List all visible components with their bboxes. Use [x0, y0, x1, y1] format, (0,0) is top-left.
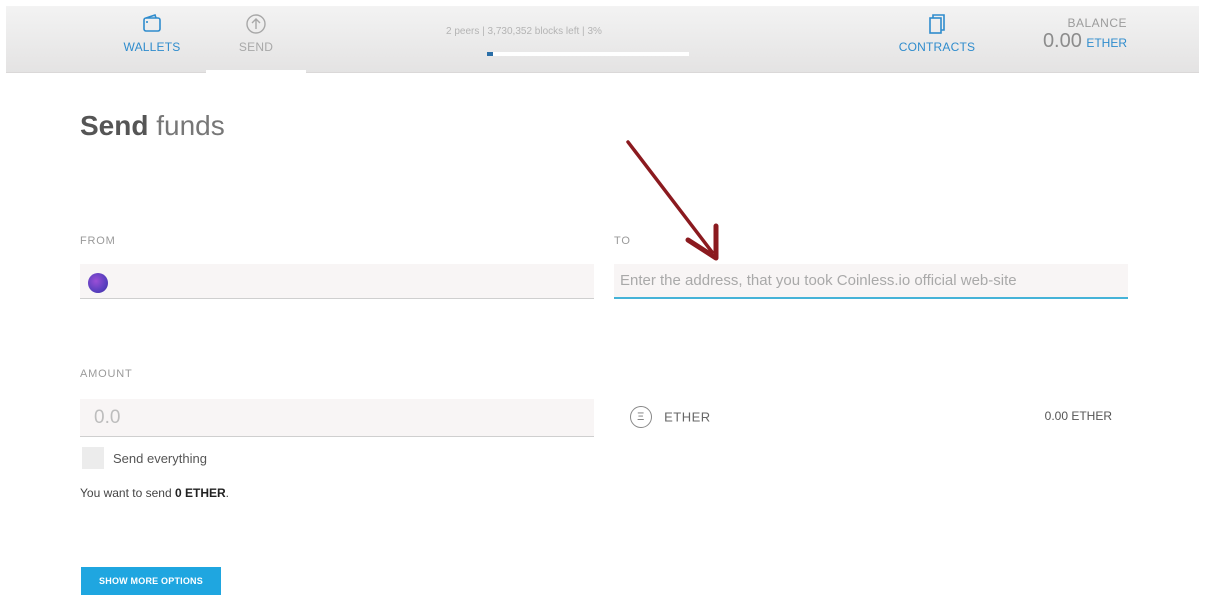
sync-status: 2 peers | 3,730,352 blocks left | 3%	[446, 26, 602, 37]
sync-percent: 3%	[587, 26, 602, 37]
balance-title: BALANCE	[1067, 16, 1127, 30]
from-account-select[interactable]	[80, 264, 594, 299]
summary-value: 0 ETHER	[174, 486, 226, 500]
page-title-light: funds	[156, 110, 225, 141]
wallet-icon	[143, 13, 161, 32]
amount-input[interactable]	[80, 399, 594, 436]
account-balance: 0.00 ETHER	[1044, 409, 1112, 423]
send-everything-label: Send everything	[113, 451, 207, 466]
arrow-up-circle-icon	[246, 14, 266, 34]
summary-suffix: .	[225, 486, 230, 500]
top-navigation-bar: WALLETS SEND 2 peers | 3,730,352 blocks …	[6, 6, 1199, 73]
sync-progress-fill	[487, 52, 494, 56]
nav-contracts-label: CONTRACTS	[898, 40, 976, 54]
blocks-left: 3,730,352 blocks left	[487, 26, 580, 37]
send-everything-checkbox[interactable]	[82, 447, 104, 469]
nav-wallets-label: WALLETS	[123, 40, 181, 54]
from-label: FROM	[80, 235, 116, 247]
send-summary: You want to send 0 ETHER.	[80, 486, 229, 500]
page-title: Send funds	[80, 110, 225, 142]
nav-wallets-tab[interactable]: WALLETS	[112, 12, 192, 54]
ether-icon: Ξ	[630, 406, 652, 428]
nav-send-label: SEND	[238, 40, 274, 54]
annotation-arrow-icon	[626, 140, 719, 261]
nav-send-tab[interactable]: SEND	[216, 12, 296, 54]
balance-display: BALANCE 0.00 ETHER	[1043, 16, 1127, 53]
amount-label: AMOUNT	[80, 368, 133, 380]
documents-icon	[929, 14, 945, 34]
sync-progress-bar	[487, 52, 689, 56]
show-more-options-button[interactable]: SHOW MORE OPTIONS	[81, 567, 221, 595]
peers-count: 2 peers	[446, 26, 480, 37]
currency-selector[interactable]: Ξ ETHER	[630, 406, 711, 428]
balance-value: 0.00	[1042, 30, 1082, 52]
active-tab-indicator	[206, 70, 306, 73]
nav-contracts-tab[interactable]: CONTRACTS	[892, 12, 982, 54]
account-identicon	[88, 273, 108, 293]
balance-unit: ETHER	[1086, 36, 1127, 50]
summary-prefix: You want to send	[80, 486, 172, 500]
currency-name: ETHER	[664, 409, 711, 425]
page-title-bold: Send	[80, 110, 149, 141]
amount-field	[80, 399, 594, 437]
